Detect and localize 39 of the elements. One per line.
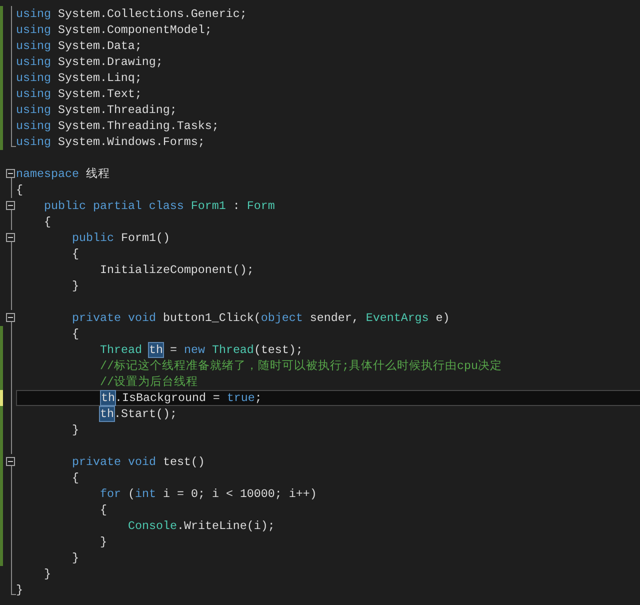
code-line: using System.Threading; [16,102,177,118]
code-line: { [44,214,51,230]
code-line: private void button1_Click(object sender, EventArgs e) [72,310,450,326]
collapse-icon[interactable] [6,169,15,178]
code-line: using System.ComponentModel; [16,22,212,38]
code-line: InitializeComponent(); [100,262,254,278]
code-line: { [72,326,79,342]
code-line: using System.Threading.Tasks; [16,118,219,134]
code-line: using System.Windows.Forms; [16,134,205,150]
code-line: { [72,470,79,486]
code-line: private void test() [72,454,205,470]
code-line: { [100,502,107,518]
code-line: public partial class Form1 : Form [44,198,275,214]
code-line: public Form1() [72,230,170,246]
code-line: using System.Text; [16,86,142,102]
collapse-icon[interactable] [6,313,15,322]
code-line: Thread th = new Thread(test); [100,342,303,358]
code-line: { [72,246,79,262]
code-line: Console.WriteLine(i); [128,518,275,534]
code-line: th.Start(); [100,406,177,422]
code-line: //标记这个线程准备就绪了，随时可以被执行;具体什么时候执行由cpu决定 [100,358,502,374]
code-line: } [72,278,79,294]
code-line: //设置为后台线程 [100,374,198,390]
code-line: } [72,422,79,438]
code-line: } [100,534,107,550]
code-line: using System.Collections.Generic; [16,6,247,22]
collapse-icon[interactable] [6,457,15,466]
code-line: } [72,550,79,566]
code-line: namespace 线程 [16,166,110,182]
code-line: for (int i = 0; i < 10000; i++) [100,486,317,502]
code-line: } [44,566,51,582]
collapse-icon[interactable] [6,233,15,242]
code-line: using System.Data; [16,38,142,54]
code-line: using System.Drawing; [16,54,163,70]
code-line: } [16,582,23,598]
code-line: using System.Linq; [16,70,142,86]
code-line: th.IsBackground = true; [101,391,262,405]
collapse-icon[interactable] [6,201,15,210]
code-line: { [16,182,23,198]
